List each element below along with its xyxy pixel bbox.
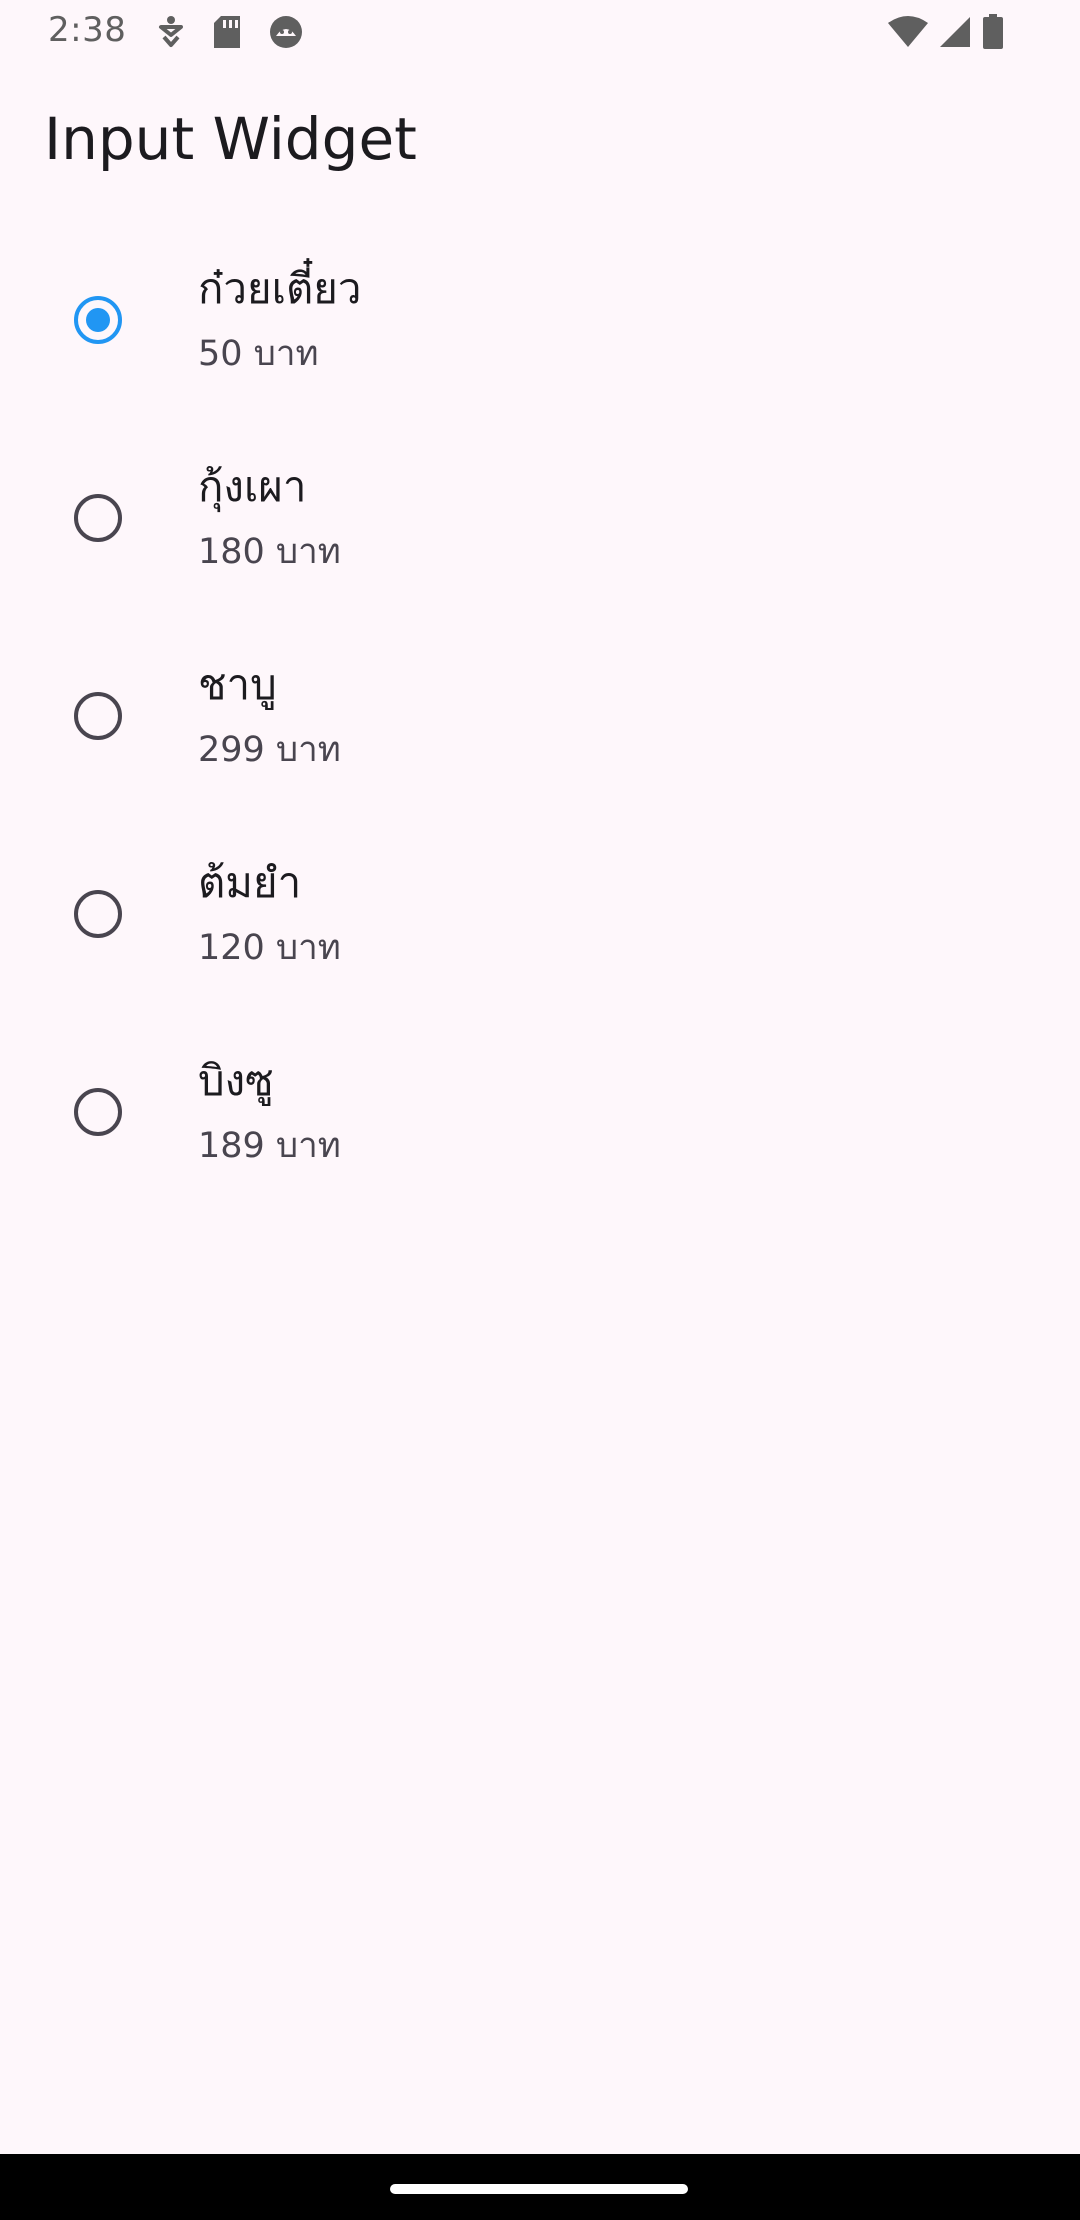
item-price: 120 บาท xyxy=(198,928,341,968)
cell-signal-icon xyxy=(938,15,972,53)
item-price: 180 บาท xyxy=(198,532,341,572)
home-gesture-handle[interactable] xyxy=(390,2184,688,2194)
item-price: 299 บาท xyxy=(198,730,341,770)
menu-radio-group: ก๋วยเตี๋ยว 50 บาท กุ้งเผา 180 บาท ชาบู 2… xyxy=(0,238,1080,1228)
item-name: บิงซู xyxy=(198,1056,274,1105)
item-price: 50 บาท xyxy=(198,334,319,374)
status-time: 2:38 xyxy=(48,10,127,50)
radio-button[interactable] xyxy=(74,890,122,938)
menu-option-0[interactable]: ก๋วยเตี๋ยว 50 บาท xyxy=(0,238,1080,436)
sd-card-icon xyxy=(212,14,242,50)
status-right-icons xyxy=(888,14,1004,54)
menu-option-2[interactable]: ชาบู 299 บาท xyxy=(0,634,1080,832)
radio-button[interactable] xyxy=(74,494,122,542)
item-name: กุ้งเผา xyxy=(198,462,307,511)
radio-button[interactable] xyxy=(74,1088,122,1136)
item-price: 189 บาท xyxy=(198,1126,341,1166)
wifi-icon xyxy=(888,15,928,53)
status-bar: 2:38 xyxy=(0,0,1080,66)
navigation-bar xyxy=(0,2154,1080,2220)
item-name: ชาบู xyxy=(198,660,277,709)
item-name: ต้มยำ xyxy=(198,858,302,907)
menu-option-1[interactable]: กุ้งเผา 180 บาท xyxy=(0,436,1080,634)
android-debug-icon xyxy=(268,14,304,50)
item-name: ก๋วยเตี๋ยว xyxy=(198,264,362,313)
page-title: Input Widget xyxy=(44,105,417,173)
radio-button[interactable] xyxy=(74,296,122,344)
menu-option-3[interactable]: ต้มยำ 120 บาท xyxy=(0,832,1080,1030)
radio-button[interactable] xyxy=(74,692,122,740)
battery-icon xyxy=(982,14,1004,54)
status-left-icons xyxy=(156,14,304,50)
accessibility-icon xyxy=(156,15,186,49)
menu-option-4[interactable]: บิงซู 189 บาท xyxy=(0,1030,1080,1228)
